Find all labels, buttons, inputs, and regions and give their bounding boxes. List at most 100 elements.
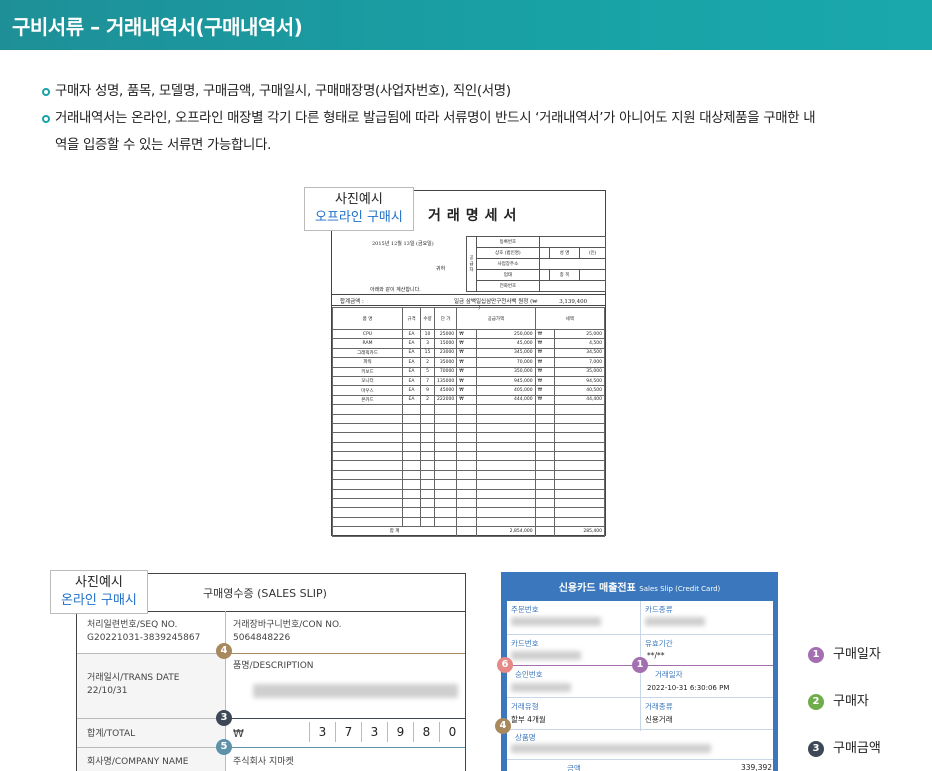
column-header: 공급가액 bbox=[456, 307, 536, 330]
trans-date-value: 22/10/31 bbox=[87, 686, 128, 696]
table-cell bbox=[554, 507, 605, 518]
table-cell: 그래픽카드 bbox=[332, 347, 403, 359]
table-cell bbox=[456, 460, 478, 471]
table-cell: 키보드 bbox=[332, 366, 403, 377]
won-sign: ₩ bbox=[233, 727, 244, 740]
table-cell: 70000 bbox=[433, 366, 458, 377]
column-header: 세액 bbox=[534, 307, 606, 330]
table-cell: 40,500 bbox=[554, 385, 605, 396]
table-cell: 23000 bbox=[433, 347, 458, 359]
table-cell bbox=[433, 507, 458, 518]
total-label: 합계/TOTAL bbox=[87, 729, 136, 739]
table-cell bbox=[554, 469, 605, 481]
table-cell: EA bbox=[402, 385, 421, 396]
table-cell bbox=[456, 469, 478, 481]
supplier-cell: 종 목 bbox=[548, 269, 581, 281]
table-cell bbox=[332, 507, 403, 518]
table-cell: 350,000 bbox=[476, 366, 536, 377]
table-cell bbox=[476, 432, 536, 443]
con-value: 5064848226 bbox=[233, 633, 291, 643]
table-cell bbox=[534, 526, 556, 537]
table-row: 마우스 EA 9 45000 ₩405,000 ₩40,500 bbox=[332, 385, 605, 396]
order-no-label: 주문번호 bbox=[511, 605, 539, 614]
photo-label-title: 사진예시 bbox=[335, 192, 383, 207]
offline-invoice-image: 거래명세서 2015년 12월 13일 (금요일) 귀하 아래와 같이 계산합니… bbox=[331, 190, 607, 537]
supplier-cell bbox=[538, 269, 550, 281]
badge-3: 3 bbox=[216, 710, 232, 726]
table-cell bbox=[402, 413, 421, 424]
table-cell: ₩ bbox=[456, 394, 478, 406]
table-cell bbox=[433, 469, 458, 481]
table-cell bbox=[554, 498, 605, 509]
table-cell bbox=[476, 460, 536, 471]
table-cell: RAM bbox=[332, 338, 403, 349]
table-cell bbox=[402, 507, 421, 518]
supplier-cell bbox=[538, 247, 550, 259]
column-header: 단 가 bbox=[433, 307, 458, 330]
table-cell bbox=[433, 488, 458, 500]
table-row bbox=[332, 488, 605, 500]
supplier-cell: 상호 (법인명) bbox=[476, 247, 540, 259]
supplier-cell bbox=[579, 269, 606, 281]
table-row bbox=[332, 507, 605, 518]
table-row: CPU EA 10 25000 ₩250,000 ₩25,000 bbox=[332, 328, 605, 340]
highlight-line bbox=[225, 747, 465, 748]
total-value: 3,139,400 bbox=[559, 299, 588, 305]
blurred-order-no bbox=[511, 617, 601, 626]
invoice-items-table: 품 명 규격 수량 단 가 공급가액 세액 CPU EA 10 25000 ₩250,0… bbox=[331, 307, 606, 537]
table-cell: ₩ bbox=[456, 347, 478, 359]
table-row: RAM EA 3 15000 ₩45,000 ₩4,500 bbox=[332, 338, 605, 349]
trans-type-value: 신용거래 bbox=[645, 715, 673, 724]
table-cell bbox=[554, 422, 605, 434]
table-cell: ₩ bbox=[456, 375, 478, 387]
table-cell: 7 bbox=[420, 375, 435, 387]
requirements-list: 구매자 성명, 품목, 모델명, 구매금액, 구매일시, 구매매장명(사업자번호… bbox=[42, 78, 902, 159]
list-item-text: 구매자 성명, 품목, 모델명, 구매금액, 구매일시, 구매매장명(사업자번호… bbox=[55, 84, 511, 99]
total-words: 일금 삼백일십삼만구천사백 원정 (₩ bbox=[454, 299, 538, 305]
table-cell bbox=[332, 516, 403, 528]
table-cell: 25000 bbox=[433, 328, 458, 340]
table-cell bbox=[402, 432, 421, 443]
trans-date-label: 거래일시/TRANS DATE bbox=[87, 673, 180, 683]
card-subtitle-text: Sales Slip (Credit Card) bbox=[639, 585, 721, 593]
table-cell bbox=[554, 488, 605, 500]
table-cell bbox=[476, 516, 536, 528]
table-cell bbox=[332, 479, 403, 490]
table-cell: 135000 bbox=[433, 375, 458, 387]
table-cell bbox=[554, 451, 605, 462]
table-cell bbox=[433, 422, 458, 434]
table-cell bbox=[402, 460, 421, 471]
table-cell bbox=[402, 404, 421, 415]
table-cell bbox=[456, 498, 478, 509]
badge-5: 5 bbox=[216, 739, 232, 755]
table-cell bbox=[332, 498, 403, 509]
supplier-cell: (인) bbox=[579, 247, 606, 259]
table-cell: 45000 bbox=[433, 385, 458, 396]
table-cell: EA bbox=[402, 366, 421, 377]
trans-date-value: 2022-10-31 6:30:06 PM bbox=[647, 684, 730, 692]
list-item: 구매자 성명, 품목, 모델명, 구매금액, 구매일시, 구매매장명(사업자번호… bbox=[42, 78, 902, 105]
table-cell: 15000 bbox=[433, 338, 458, 349]
table-cell bbox=[433, 516, 458, 528]
table-cell: 5 bbox=[420, 366, 435, 377]
table-cell bbox=[420, 488, 435, 500]
table-cell bbox=[433, 441, 458, 453]
invoice-title: 거래명세서 bbox=[428, 208, 523, 224]
table-cell: 3 bbox=[420, 338, 435, 349]
supplier-cell: 사업장주소 bbox=[476, 258, 540, 270]
invoice-recipient: 귀하 bbox=[436, 266, 446, 272]
amount-value: 339,392 bbox=[741, 763, 773, 771]
table-cell: ₩ bbox=[456, 357, 478, 368]
table-cell bbox=[332, 404, 403, 415]
invoice-note: 아래와 같이 계산합니다. bbox=[370, 287, 421, 293]
table-cell bbox=[456, 507, 478, 518]
table-cell: 15 bbox=[420, 347, 435, 359]
page-header: 구비서류 – 거래내역서(구매내역서) bbox=[0, 0, 932, 50]
table-cell bbox=[456, 422, 478, 434]
table-cell: 345,000 bbox=[476, 347, 536, 359]
table-row bbox=[332, 432, 605, 443]
supplier-cell bbox=[538, 236, 607, 248]
table-cell bbox=[456, 413, 478, 424]
table-row bbox=[332, 451, 605, 462]
blurred-card-type bbox=[645, 617, 705, 626]
